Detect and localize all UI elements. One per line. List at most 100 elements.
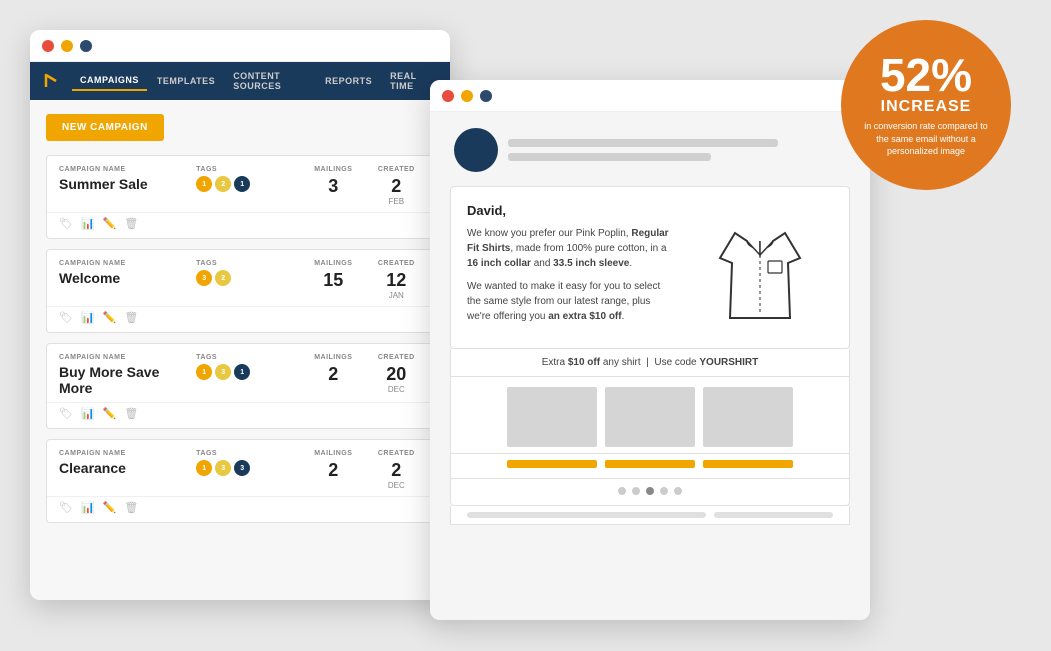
edit-icon[interactable]: ✏️ (103, 311, 117, 324)
campaign-card-clearance: CAMPAIGN NAME Clearance TAGS 1 3 3 MAILI… (46, 439, 434, 523)
nav-dot-1[interactable] (618, 487, 626, 495)
col-tags: TAGS 1 3 3 (196, 450, 295, 476)
edit-icon[interactable]: ✏️ (103, 501, 117, 514)
tag-dot-orange: 1 (196, 364, 212, 380)
col-created: CREATED 12 JAN (372, 260, 421, 300)
campaign-card-welcome: CAMPAIGN NAME Welcome TAGS 3 2 MAILINGS … (46, 249, 434, 333)
campaign-name: Buy More Save More (59, 364, 186, 396)
chart-icon[interactable]: 📊 (81, 407, 95, 420)
nav-templates[interactable]: TEMPLATES (149, 72, 223, 90)
col-label-mailings: MAILINGS (305, 354, 362, 361)
campaign-row: CAMPAIGN NAME Welcome TAGS 3 2 MAILINGS … (47, 250, 433, 306)
email-preview-content: David, We know you prefer our Pink Popli… (430, 112, 870, 620)
badge-increase-label: INCREASE (881, 98, 972, 116)
col-name: CAMPAIGN NAME Clearance (59, 450, 186, 476)
col-label-name: CAMPAIGN NAME (59, 260, 186, 267)
campaign-row: CAMPAIGN NAME Buy More Save More TAGS 1 … (47, 344, 433, 402)
col-created: CREATED 20 DEC (372, 354, 421, 394)
tag-icon[interactable]: 🏷 (59, 311, 73, 324)
footer-line-placeholder-1 (467, 512, 706, 518)
campaign-card-summer-sale: CAMPAIGN NAME Summer Sale TAGS 1 2 1 MAI… (46, 155, 434, 239)
delete-icon[interactable]: 🗑 (124, 407, 138, 420)
tags-dots: 3 2 (196, 270, 295, 286)
campaign-row: CAMPAIGN NAME Clearance TAGS 1 3 3 MAILI… (47, 440, 433, 496)
tag-icon[interactable]: 🏷 (59, 407, 73, 420)
email-body: David, We know you prefer our Pink Popli… (450, 186, 850, 349)
badge-description: in conversion rate compared to the same … (861, 120, 991, 158)
created-month: FEB (372, 197, 421, 206)
email-footer-line (450, 506, 850, 525)
created-month: DEC (372, 481, 421, 490)
tags-dots: 1 3 3 (196, 460, 295, 476)
col-label-tags: TAGS (196, 354, 295, 361)
nav-dot-2[interactable] (632, 487, 640, 495)
nav-dot-5[interactable] (674, 487, 682, 495)
campaign-name: Welcome (59, 270, 186, 286)
tags-dots: 1 3 1 (196, 364, 295, 380)
tag-dot-navy: 1 (234, 176, 250, 192)
product-btn-3[interactable] (703, 460, 793, 468)
tag-dot-navy: 3 (234, 460, 250, 476)
nav-dot-4[interactable] (660, 487, 668, 495)
product-btn-1[interactable] (507, 460, 597, 468)
shirt-illustration (686, 203, 833, 332)
tag-dot-yellow: 2 (215, 270, 231, 286)
nav-content-sources[interactable]: CONTENT SOURCES (225, 67, 315, 95)
mailings-num: 15 (305, 270, 362, 291)
col-label-name: CAMPAIGN NAME (59, 354, 186, 361)
col-mailings: MAILINGS 2 (305, 450, 362, 481)
email-nav-dots (450, 479, 850, 506)
chart-icon[interactable]: 📊 (81, 501, 95, 514)
col-label-mailings: MAILINGS (305, 166, 362, 173)
avatar (454, 128, 498, 172)
nav-dot-3[interactable] (646, 487, 654, 495)
chart-icon[interactable]: 📊 (81, 311, 95, 324)
campaigns-window: CAMPAIGNS TEMPLATES CONTENT SOURCES REPO… (30, 30, 450, 600)
col-label-mailings: MAILINGS (305, 260, 362, 267)
email-paragraph-1: We know you prefer our Pink Poplin, Regu… (467, 226, 672, 271)
tag-dot-orange: 3 (196, 270, 212, 286)
campaign-actions: 🏷 📊 ✏️ 🗑 (47, 212, 433, 238)
col-name: CAMPAIGN NAME Buy More Save More (59, 354, 186, 396)
edit-icon[interactable]: ✏️ (103, 217, 117, 230)
chart-icon[interactable]: 📊 (81, 217, 95, 230)
col-label-tags: TAGS (196, 260, 295, 267)
email-product-row (450, 377, 850, 454)
product-btn-2[interactable] (605, 460, 695, 468)
mailings-num: 2 (305, 460, 362, 481)
col-mailings: MAILINGS 2 (305, 354, 362, 385)
delete-icon[interactable]: 🗑 (124, 501, 138, 514)
email-greeting: David, (467, 203, 672, 218)
dot-yellow (461, 90, 473, 102)
col-label-name: CAMPAIGN NAME (59, 166, 186, 173)
created-month: JAN (372, 291, 421, 300)
tags-dots: 1 2 1 (196, 176, 295, 192)
new-campaign-button[interactable]: NEW CAMPAIGN (46, 114, 164, 141)
col-created: CREATED 2 FEB (372, 166, 421, 206)
col-label-created: CREATED (372, 354, 421, 361)
col-label-created: CREATED (372, 450, 421, 457)
tag-icon[interactable]: 🏷 (59, 217, 73, 230)
email-promo-bar: Extra $10 off any shirt | Use code YOURS… (450, 349, 850, 377)
delete-icon[interactable]: 🗑 (124, 311, 138, 324)
tag-icon[interactable]: 🏷 (59, 501, 73, 514)
nav-reports[interactable]: REPORTS (317, 72, 380, 90)
col-label-mailings: MAILINGS (305, 450, 362, 457)
footer-line-placeholder-2 (714, 512, 833, 518)
delete-icon[interactable]: 🗑 (124, 217, 138, 230)
product-btn-row (450, 454, 850, 479)
campaign-row: CAMPAIGN NAME Summer Sale TAGS 1 2 1 MAI… (47, 156, 433, 212)
campaigns-content: NEW CAMPAIGN CAMPAIGN NAME Summer Sale T… (30, 100, 450, 600)
created-num: 2 (372, 460, 421, 481)
badge-percent: 52% (880, 52, 972, 98)
col-tags: TAGS 1 3 1 (196, 354, 295, 380)
campaign-name: Clearance (59, 460, 186, 476)
email-header-bar (450, 128, 850, 172)
col-label-tags: TAGS (196, 450, 295, 457)
dot-blue (80, 40, 92, 52)
edit-icon[interactable]: ✏️ (103, 407, 117, 420)
nav-campaigns[interactable]: CAMPAIGNS (72, 71, 147, 91)
nav-logo (42, 70, 62, 92)
dot-red (442, 90, 454, 102)
created-month: DEC (372, 385, 421, 394)
